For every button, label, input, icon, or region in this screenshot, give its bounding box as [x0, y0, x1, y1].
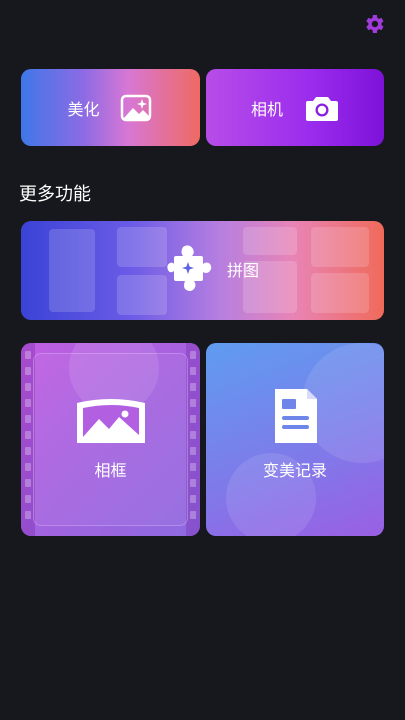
gear-icon — [366, 15, 384, 33]
camera-label: 相机 — [250, 99, 283, 119]
photo-tile — [311, 227, 369, 267]
puzzle-icon — [167, 245, 212, 291]
history-label: 变美记录 — [262, 461, 327, 480]
frame-card[interactable]: 相框 — [21, 343, 200, 536]
section-title: 更多功能 — [19, 184, 91, 205]
history-card[interactable]: 变美记录 — [206, 343, 384, 536]
settings-button[interactable] — [362, 12, 386, 36]
photo-tile — [311, 273, 369, 313]
collage-label: 拼图 — [227, 261, 260, 280]
document-icon — [275, 389, 317, 443]
photo-tile — [117, 275, 167, 315]
picture-frame-icon — [76, 399, 145, 443]
frame-label: 相框 — [94, 461, 127, 480]
beautify-label: 美化 — [67, 99, 100, 119]
sparkle-image-icon — [120, 94, 151, 121]
beautify-card[interactable]: 美化 — [21, 69, 200, 146]
photo-tile — [117, 227, 167, 267]
collage-card[interactable]: 拼图 — [21, 221, 384, 320]
camera-icon — [306, 96, 338, 121]
camera-card[interactable]: 相机 — [206, 69, 384, 146]
photo-tile — [49, 229, 95, 312]
